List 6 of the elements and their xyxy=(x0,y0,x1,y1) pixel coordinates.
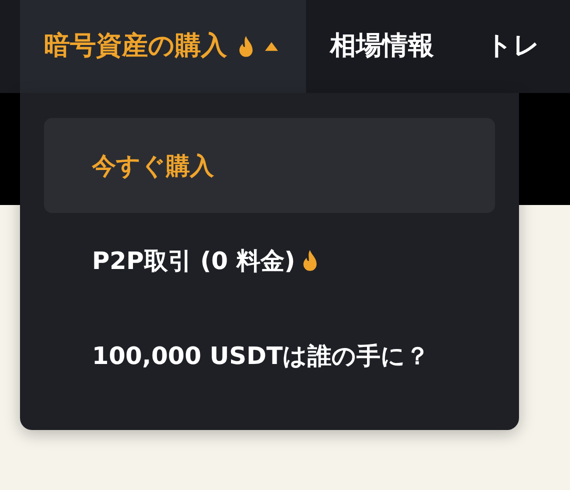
menu-item[interactable]: P2P取引 (0 料金) xyxy=(44,213,495,308)
nav-tab[interactable]: 暗号資産の購入 xyxy=(20,0,306,93)
menu-item[interactable]: 今すぐ購入 xyxy=(44,118,495,213)
nav-tab[interactable]: トレ xyxy=(462,0,568,93)
nav-tab[interactable]: 相場情報 xyxy=(306,0,462,93)
menu-item[interactable]: 100,000 USDTは誰の手に？ xyxy=(44,308,495,403)
